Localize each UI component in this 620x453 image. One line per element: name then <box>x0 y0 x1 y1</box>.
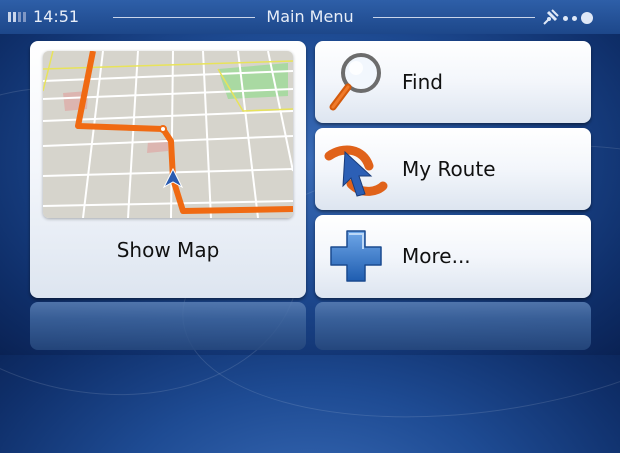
reflection-panel <box>315 302 591 350</box>
more-label: More... <box>402 244 471 268</box>
page-indicator-icon <box>563 12 593 24</box>
satellite-icon[interactable] <box>542 8 560 26</box>
plus-icon <box>330 230 382 282</box>
map-preview <box>43 51 293 218</box>
find-label: Find <box>402 70 443 94</box>
my-route-button[interactable]: My Route <box>315 128 591 210</box>
divider <box>373 17 535 18</box>
show-map-label: Show Map <box>116 238 220 262</box>
route-arrow-icon <box>324 145 388 197</box>
find-button[interactable]: Find <box>315 41 591 123</box>
more-button[interactable]: More... <box>315 215 591 298</box>
reflection-panel <box>30 302 306 350</box>
magnifier-icon <box>329 53 381 111</box>
my-route-label: My Route <box>402 157 496 181</box>
status-bar: 14:51 Main Menu <box>0 0 620 34</box>
show-map-button[interactable]: Show Map <box>30 41 306 298</box>
